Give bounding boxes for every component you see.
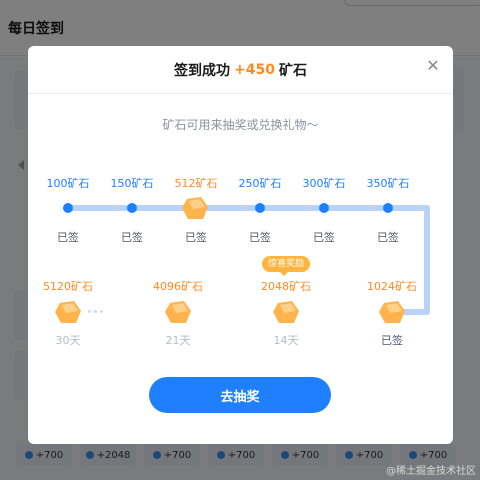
checkin-status: 已签 bbox=[57, 231, 79, 244]
dialog-title-amount: +450 bbox=[234, 61, 275, 78]
checkin-status: 30天 bbox=[55, 334, 81, 347]
checkin-status: 已签 bbox=[313, 231, 335, 244]
checkin-dot bbox=[255, 203, 265, 213]
checkin-status: 14天 bbox=[273, 334, 299, 347]
reward-amount: 350矿石 bbox=[366, 177, 410, 190]
reward-amount: 512矿石 bbox=[174, 177, 218, 190]
checkin-dot bbox=[63, 203, 73, 213]
close-icon[interactable]: ✕ bbox=[425, 58, 441, 74]
ore-icon bbox=[182, 197, 208, 219]
ore-icon bbox=[379, 301, 405, 323]
checkin-status: 21天 bbox=[165, 334, 191, 347]
reward-amount: 5120矿石 bbox=[43, 280, 93, 293]
checkin-status: 已签 bbox=[121, 231, 143, 244]
checkin-dot bbox=[319, 203, 329, 213]
dialog-subtitle: 矿石可用来抽奖或兑换礼物～ bbox=[162, 118, 319, 132]
checkin-status: 已签 bbox=[377, 231, 399, 244]
checkin-dot bbox=[383, 203, 393, 213]
progress-track-right bbox=[424, 205, 430, 315]
reward-amount: 1024矿石 bbox=[367, 280, 417, 293]
checkin-success-dialog: 签到成功 +450 矿石 ✕ 矿石可用来抽奖或兑换礼物～ 100矿石 已签 15… bbox=[28, 46, 453, 444]
reward-amount: 2048矿石 bbox=[261, 280, 311, 293]
reward-amount: 150矿石 bbox=[110, 177, 154, 190]
dialog-title: 签到成功 +450 矿石 bbox=[28, 46, 453, 94]
checkin-status: 已签 bbox=[185, 231, 207, 244]
checkin-dot bbox=[127, 203, 137, 213]
surprise-reward-badge: 惊喜奖励 bbox=[262, 256, 311, 276]
reward-amount: 4096矿石 bbox=[153, 280, 203, 293]
checkin-status: 已签 bbox=[249, 231, 271, 244]
ore-icon bbox=[273, 301, 299, 323]
go-lottery-button[interactable]: 去抽奖 bbox=[149, 377, 331, 413]
dialog-title-suffix: 矿石 bbox=[278, 62, 307, 79]
progress-track-top bbox=[68, 205, 430, 211]
dialog-title-prefix: 签到成功 bbox=[174, 62, 231, 79]
reward-amount: 250矿石 bbox=[238, 177, 282, 190]
ore-icon bbox=[55, 301, 81, 323]
watermark: @稀土掘金技术社区 bbox=[386, 466, 476, 477]
reward-amount: 100矿石 bbox=[46, 177, 90, 190]
progress-dashes bbox=[88, 310, 168, 314]
reward-amount: 300矿石 bbox=[302, 177, 346, 190]
checkin-status: 已签 bbox=[381, 334, 403, 347]
ore-icon bbox=[165, 301, 191, 323]
